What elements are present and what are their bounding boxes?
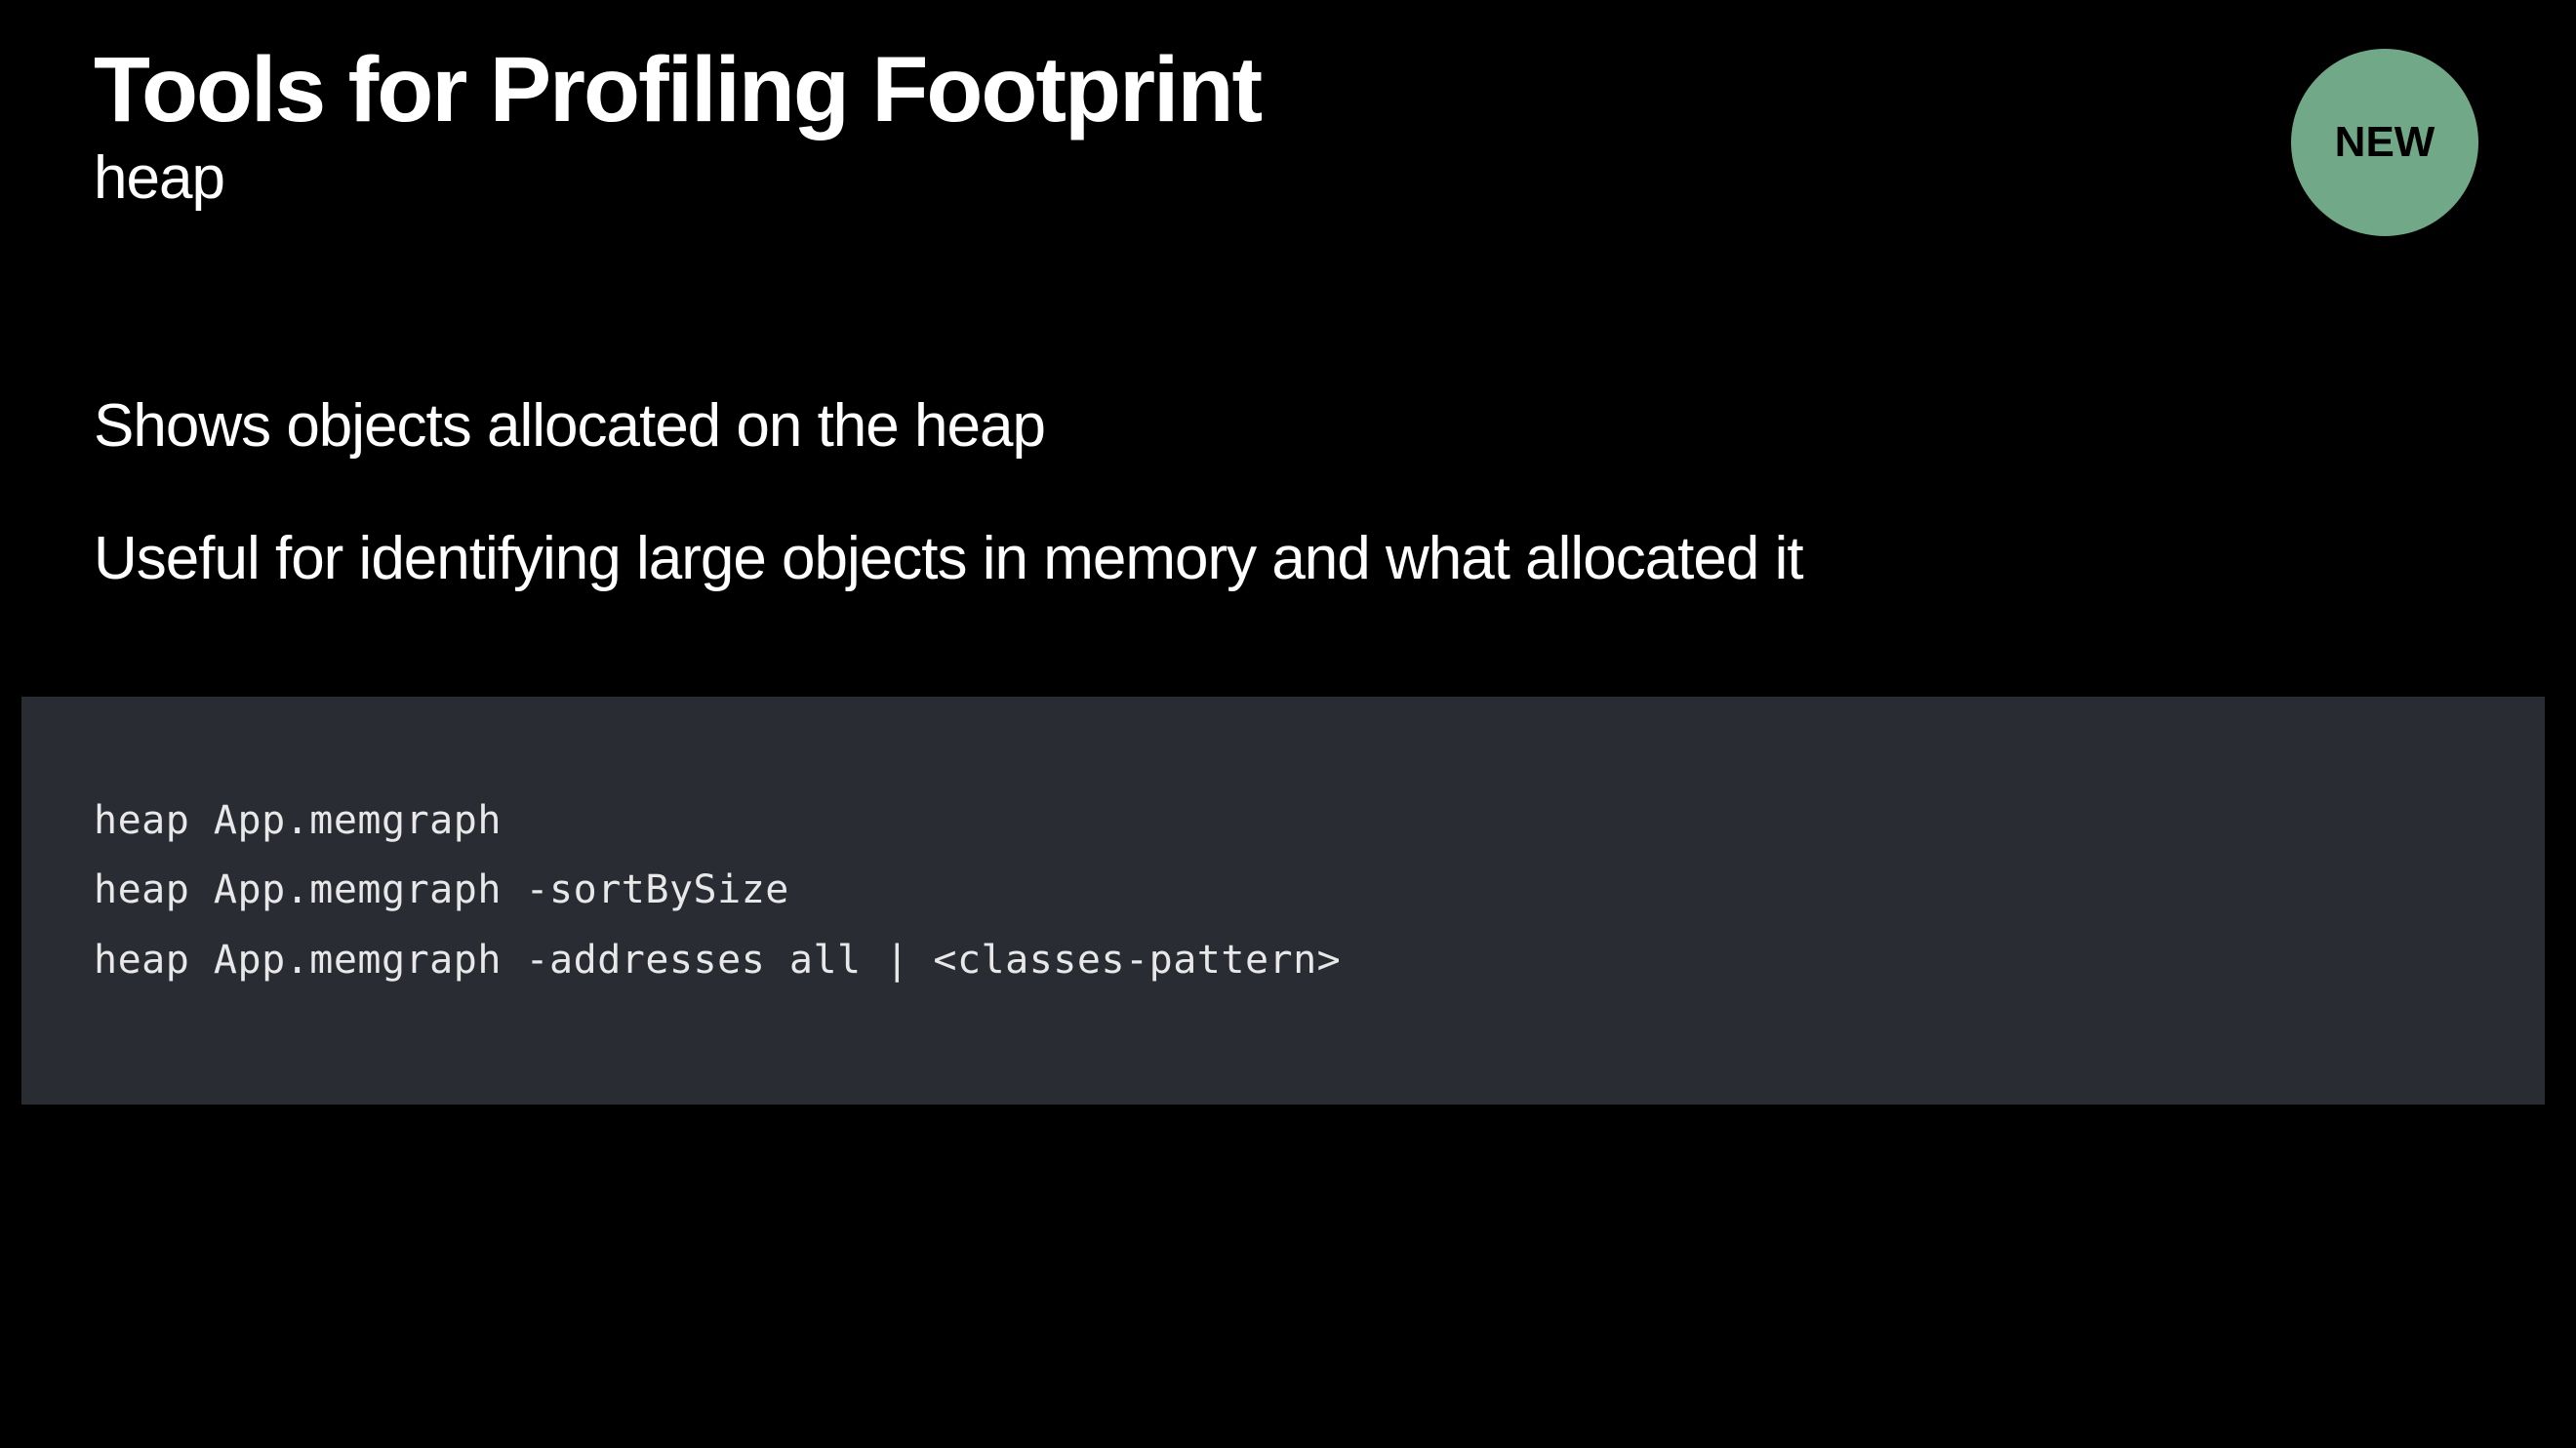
slide-container: Tools for Profiling Footprint heap NEW S… [0,0,2576,1448]
slide-title: Tools for Profiling Footprint [94,39,2482,141]
code-line: heap App.memgraph [94,786,2473,856]
code-block: heap App.memgraph heap App.memgraph -sor… [21,697,2545,1105]
bullet-item: Shows objects allocated on the heap [94,390,2482,463]
code-line: heap App.memgraph -sortBySize [94,856,2473,925]
slide-subtitle: heap [94,143,2482,213]
badge-label: NEW [2335,118,2435,167]
new-badge: NEW [2291,49,2478,236]
content-area: Shows objects allocated on the heap Usef… [94,390,2482,1105]
bullet-item: Useful for identifying large objects in … [94,523,2482,595]
code-line: heap App.memgraph -addresses all | <clas… [94,926,2473,995]
